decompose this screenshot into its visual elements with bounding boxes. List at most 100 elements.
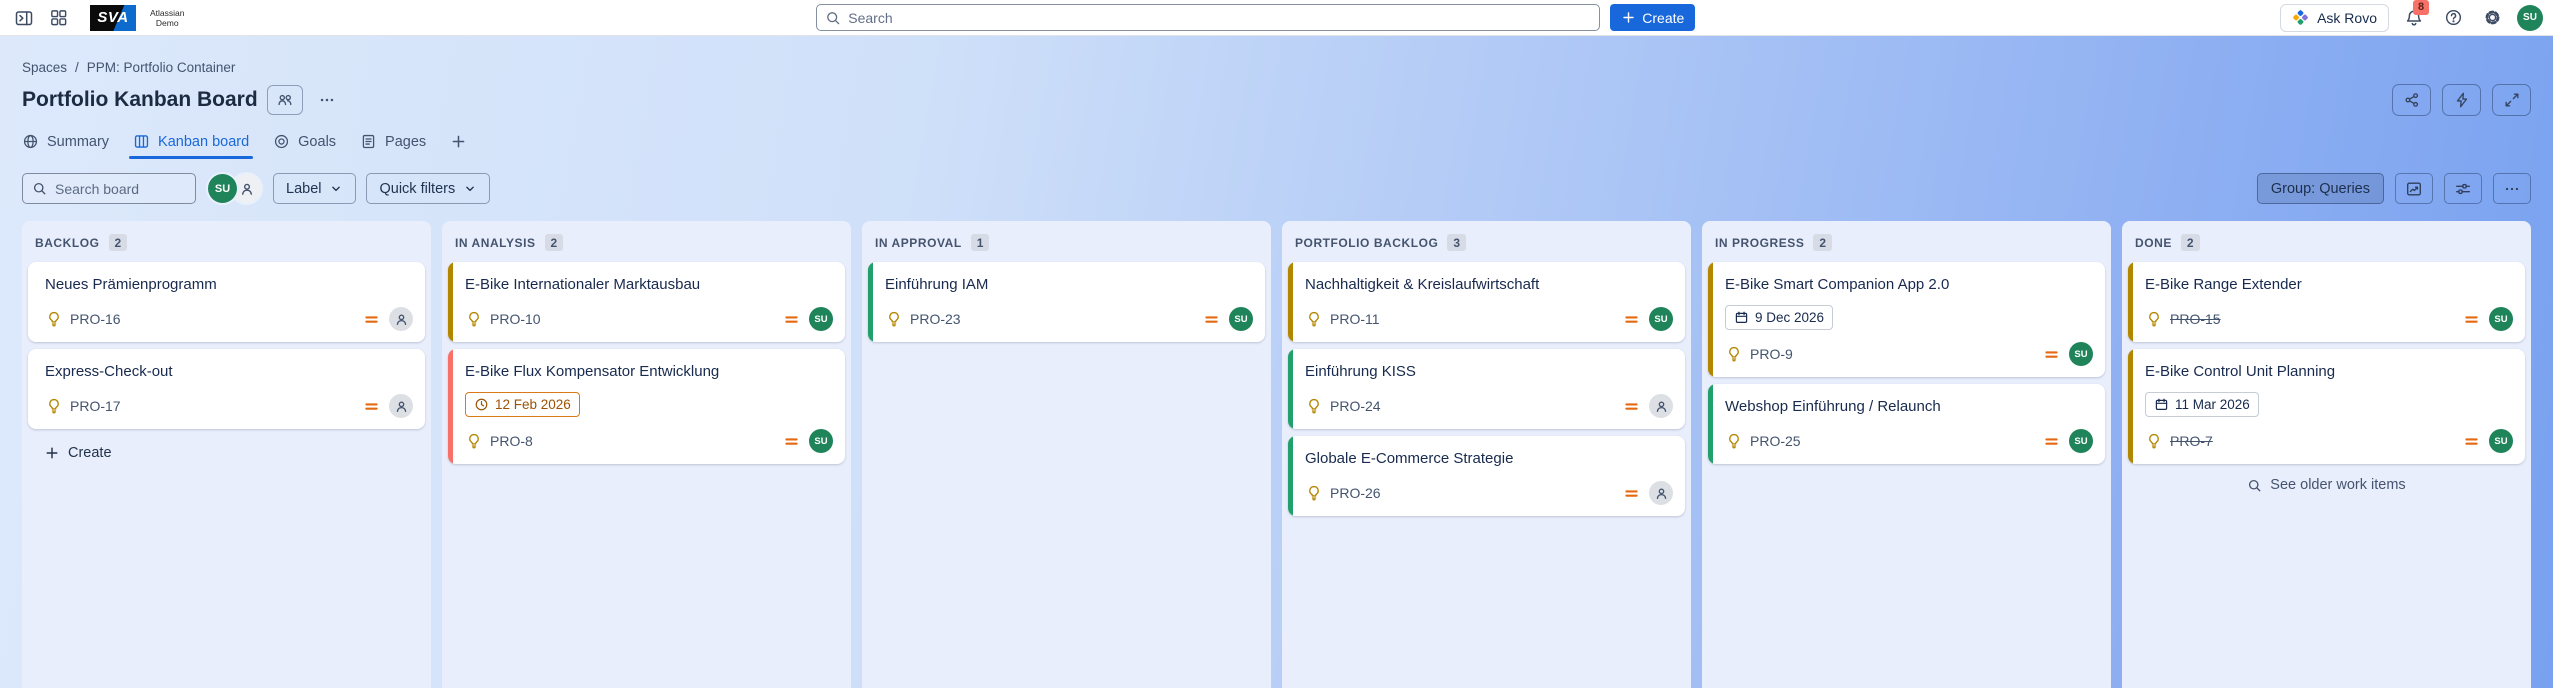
card-assignee-avatar[interactable]: SU	[2489, 429, 2513, 453]
global-search[interactable]	[816, 4, 1600, 31]
assignee-avatar-su[interactable]: SU	[208, 174, 237, 203]
title-more-button[interactable]	[312, 85, 342, 115]
work-item-key: PRO-16	[70, 311, 121, 327]
card-assignee-avatar[interactable]: SU	[1649, 307, 1673, 331]
work-item-card[interactable]: Einführung KISSPRO-24	[1288, 349, 1685, 429]
card-assignee-avatar[interactable]: SU	[2069, 342, 2093, 366]
work-item-card[interactable]: E-Bike Internationaler MarktausbauPRO-10…	[448, 262, 845, 342]
board-icon	[133, 133, 150, 150]
quick-filters-button[interactable]: Quick filters	[366, 173, 490, 204]
card-title-row: Webshop Einführung / Relaunch	[1725, 397, 2093, 417]
add-view-tab-button[interactable]	[442, 128, 475, 159]
automation-button[interactable]	[2442, 84, 2481, 116]
work-item-card[interactable]: Express-Check-outPRO-17	[28, 349, 425, 429]
ask-rovo-label: Ask Rovo	[2317, 10, 2377, 26]
card-title-row: E-Bike Range Extender	[2145, 275, 2513, 295]
card-assignee-avatar-unassigned[interactable]	[1649, 481, 1673, 505]
due-date-text: 12 Feb 2026	[495, 397, 571, 412]
share-button[interactable]	[2392, 84, 2431, 116]
work-item-key: PRO-9	[1750, 346, 1793, 362]
app-grid-icon	[49, 8, 68, 27]
card-accent-bar	[1288, 262, 1293, 342]
work-item-card[interactable]: Globale E-Commerce StrategiePRO-26	[1288, 436, 1685, 516]
create-button[interactable]: Create	[1610, 4, 1695, 31]
card-assignee-avatar[interactable]: SU	[809, 429, 833, 453]
board-column-portfolio-backlog: PORTFOLIO BACKLOG3Nachhaltigkeit & Kreis…	[1282, 221, 1691, 688]
user-avatar[interactable]: SU	[2517, 5, 2543, 31]
fullscreen-button[interactable]	[2492, 84, 2531, 116]
global-search-input[interactable]	[848, 10, 1591, 26]
search-icon	[2247, 478, 2262, 493]
work-item-card[interactable]: E-Bike Flux Kompensator Entwicklung12 Fe…	[448, 349, 845, 464]
people-icon	[276, 91, 294, 109]
group-by-button[interactable]: Group: Queries	[2257, 173, 2384, 204]
card-accent-bar	[1288, 436, 1293, 516]
board-more-button[interactable]	[2493, 173, 2531, 204]
sidebar-toggle-button[interactable]	[10, 4, 38, 32]
help-button[interactable]	[2439, 4, 2467, 32]
priority-medium-icon	[1203, 311, 1220, 328]
card-accent-bar	[1708, 384, 1713, 464]
card-accent-bar	[1288, 349, 1293, 429]
work-item-card[interactable]: Nachhaltigkeit & KreislaufwirtschaftPRO-…	[1288, 262, 1685, 342]
due-date-chip[interactable]: 12 Feb 2026	[465, 392, 580, 417]
card-accent-bar	[1708, 262, 1713, 377]
priority-medium-icon	[363, 311, 380, 328]
view-settings-button[interactable]	[2444, 173, 2482, 204]
settings-button[interactable]	[2478, 4, 2506, 32]
tab-pages[interactable]: Pages	[352, 128, 434, 159]
column-create-button[interactable]: Create	[36, 439, 120, 467]
label-filter-button[interactable]: Label	[273, 173, 356, 204]
card-title-row: Einführung KISS	[1305, 362, 1673, 382]
column-header: DONE2	[2122, 221, 2531, 260]
due-date-text: 11 Mar 2026	[2175, 397, 2250, 412]
due-date-chip[interactable]: 9 Dec 2026	[1725, 305, 1833, 330]
board-search-input[interactable]	[55, 181, 186, 197]
work-item-card[interactable]: Webshop Einführung / RelaunchPRO-25SU	[1708, 384, 2105, 464]
card-assignee-avatar[interactable]: SU	[809, 307, 833, 331]
card-assignee-avatar-unassigned[interactable]	[389, 307, 413, 331]
column-card-list: E-Bike Range ExtenderPRO-15SUE-Bike Cont…	[2122, 260, 2531, 464]
breadcrumb-space-link[interactable]: PPM: Portfolio Container	[87, 60, 236, 75]
breadcrumb-spaces-link[interactable]: Spaces	[22, 60, 67, 75]
card-footer-right: SU	[2463, 307, 2513, 331]
work-item-card[interactable]: E-Bike Control Unit Planning11 Mar 2026P…	[2128, 349, 2525, 464]
app-switcher-button[interactable]	[44, 4, 72, 32]
work-item-key: PRO-10	[490, 311, 541, 327]
person-icon	[1654, 399, 1669, 414]
collaborators-button[interactable]	[267, 85, 303, 115]
card-accent-bar	[868, 262, 873, 342]
insights-button[interactable]	[2395, 173, 2433, 204]
ask-rovo-button[interactable]: Ask Rovo	[2280, 4, 2389, 32]
tab-summary[interactable]: Summary	[14, 128, 117, 159]
target-icon	[273, 133, 290, 150]
lightbulb-icon	[1725, 345, 1743, 363]
ellipsis-icon	[2503, 180, 2521, 198]
card-assignee-avatar-unassigned[interactable]	[389, 394, 413, 418]
tab-label: Summary	[47, 134, 109, 150]
lightbulb-icon	[885, 310, 903, 328]
tab-goals[interactable]: Goals	[265, 128, 344, 159]
due-date-chip[interactable]: 11 Mar 2026	[2145, 392, 2259, 417]
lightbulb-icon	[2145, 432, 2163, 450]
board-column-done: DONE2E-Bike Range ExtenderPRO-15SUE-Bike…	[2122, 221, 2531, 688]
see-older-work-items-link[interactable]: See older work items	[2247, 477, 2405, 493]
card-assignee-avatar[interactable]: SU	[2069, 429, 2093, 453]
work-item-card[interactable]: E-Bike Smart Companion App 2.09 Dec 2026…	[1708, 262, 2105, 377]
card-assignee-avatar-unassigned[interactable]	[1649, 394, 1673, 418]
lightbulb-icon	[465, 310, 483, 328]
sva-logo[interactable]: SVA	[90, 5, 136, 31]
work-item-card[interactable]: Neues PrämienprogrammPRO-16	[28, 262, 425, 342]
card-assignee-avatar[interactable]: SU	[2489, 307, 2513, 331]
lightbulb-icon	[465, 432, 483, 450]
card-footer-right: SU	[2043, 429, 2093, 453]
sliders-icon	[2454, 180, 2472, 198]
priority-medium-icon	[2043, 433, 2060, 450]
card-assignee-avatar[interactable]: SU	[1229, 307, 1253, 331]
tab-kanban-board[interactable]: Kanban board	[125, 128, 257, 159]
card-footer: PRO-8SU	[465, 429, 833, 453]
work-item-card[interactable]: E-Bike Range ExtenderPRO-15SU	[2128, 262, 2525, 342]
board-search[interactable]	[22, 173, 196, 204]
work-item-card[interactable]: Einführung IAMPRO-23SU	[868, 262, 1265, 342]
lightbulb-icon	[1305, 397, 1323, 415]
